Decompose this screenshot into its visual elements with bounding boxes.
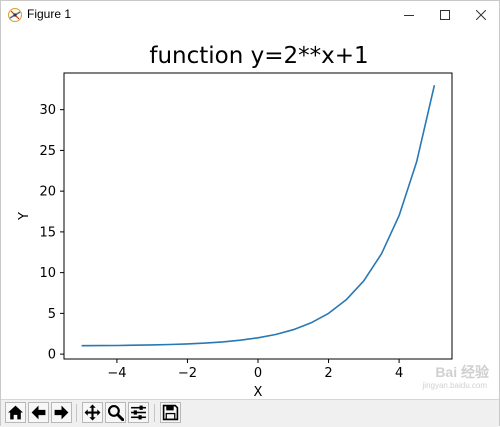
home-icon: [8, 405, 23, 420]
x-axis: −4 −2 0 2 4: [107, 359, 403, 381]
home-button[interactable]: [5, 402, 26, 423]
navigation-toolbar: [1, 399, 499, 427]
y-tick-label: 5: [48, 307, 56, 322]
zoom-magnifier-icon: [107, 404, 124, 421]
y-tick-label: 20: [39, 185, 56, 200]
plot-frame: [63, 72, 453, 360]
x-tick-label: −2: [178, 366, 197, 381]
y-tick-label: 15: [39, 225, 56, 240]
back-arrow-icon: [31, 405, 46, 420]
pan-move-icon: [84, 404, 101, 421]
chart-title: function y=2**x+1: [149, 43, 368, 69]
series-line: [81, 85, 436, 347]
forward-arrow-icon: [54, 405, 69, 420]
pan-button[interactable]: [82, 402, 103, 423]
configure-subplots-button[interactable]: [128, 402, 149, 423]
x-tick-label: −4: [107, 366, 126, 381]
y-axis: 0 5 10 15 20 25 30: [39, 103, 64, 363]
save-floppy-icon: [162, 404, 179, 421]
x-tick-label: 2: [324, 366, 332, 381]
y-tick-label: 30: [39, 103, 56, 118]
x-axis-label: X: [254, 385, 263, 399]
save-button[interactable]: [160, 402, 181, 423]
y-axis-label: Y: [17, 212, 32, 221]
plot-lines: [81, 85, 436, 347]
minimize-button[interactable]: [389, 1, 429, 29]
maximize-button[interactable]: [425, 1, 465, 29]
x-tick-label: 4: [395, 366, 403, 381]
watermark-url: jingyan.baidu.com: [422, 381, 487, 390]
toolbar-separator: [76, 404, 77, 422]
configure-subplots-icon: [131, 405, 146, 420]
figure-window: Figure 1 function y=2**x+1 −4 −2 0 2 4 0 5 10 1…: [0, 0, 500, 427]
close-icon: [476, 10, 486, 20]
zoom-button[interactable]: [105, 402, 126, 423]
app-icon: [8, 8, 22, 22]
title-bar[interactable]: Figure 1: [1, 1, 499, 29]
back-button[interactable]: [28, 402, 49, 423]
y-tick-label: 25: [39, 144, 56, 159]
y-tick-label: 0: [48, 348, 56, 363]
maximize-icon: [440, 10, 450, 20]
figure-canvas[interactable]: function y=2**x+1 −4 −2 0 2 4 0 5 10 15 20 25 30 X…: [1, 29, 499, 400]
x-tick-label: 0: [254, 366, 262, 381]
forward-button[interactable]: [51, 402, 72, 423]
y-tick-label: 10: [39, 266, 56, 281]
window-title: Figure 1: [27, 7, 72, 21]
line-chart: function y=2**x+1 −4 −2 0 2 4 0 5 10 15 20 25 30 X…: [17, 43, 453, 400]
minimize-icon: [404, 15, 414, 16]
toolbar-separator: [154, 404, 155, 422]
close-button[interactable]: [461, 1, 500, 29]
